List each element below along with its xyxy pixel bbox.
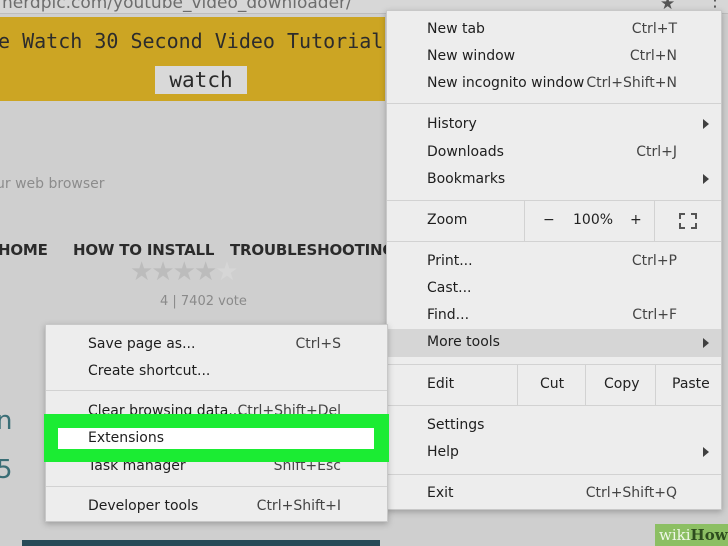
menu-item-history[interactable]: History [387,112,721,138]
cropped-heading-text: n [0,406,13,436]
menu-item-label: More tools [427,334,500,350]
menu-item-shortcut: Ctrl+S [295,336,341,352]
cut-label: Cut [540,376,565,392]
submenu-arrow-icon [703,447,709,457]
menu-divider [387,474,721,475]
paste-button[interactable]: Paste [655,365,721,405]
copy-label: Copy [604,376,640,392]
zoom-level: 100% [573,212,614,228]
menu-item-new-window[interactable]: New window Ctrl+N [387,44,721,70]
menu-item-label: Bookmarks [427,171,506,187]
menu-item-shortcut: Ctrl+Shift+Q [585,485,677,501]
menu-item-label: Find... [427,307,470,323]
fullscreen-button[interactable] [654,201,721,241]
menu-item-label: Downloads [427,144,504,160]
menu-item-shortcut: Ctrl+F [632,307,677,323]
menu-item-shortcut: Ctrl+T [631,21,677,37]
banner-title: e Watch 30 Second Video Tutorial Befor [0,29,385,53]
menu-item-downloads[interactable]: Downloads Ctrl+J [387,140,721,166]
submenu-item-create-shortcut[interactable]: Create shortcut... [46,359,387,385]
menu-divider [387,405,721,406]
menu-item-label: Developer tools [88,498,199,514]
menu-item-label: Help [427,444,459,460]
rating-stars[interactable]: ★★★★★ [130,257,239,287]
menu-item-bookmarks[interactable]: Bookmarks [387,167,721,193]
star-icon[interactable]: ★ [215,257,238,287]
menu-item-settings[interactable]: Settings [387,413,721,439]
submenu-arrow-icon [703,174,709,184]
watch-button[interactable]: watch [155,66,247,94]
zoom-out-button[interactable]: − [543,212,555,228]
bottom-content-bar [22,540,380,546]
menu-item-print[interactable]: Print... Ctrl+P [387,249,721,275]
star-icon[interactable]: ★ [173,257,196,287]
wikihow-logo-part1: wiki [659,526,691,544]
star-icon[interactable]: ★ [130,257,153,287]
menu-item-label: New tab [427,21,485,37]
menu-item-shortcut: Ctrl+Shift+I [256,498,341,514]
menu-item-label: Settings [427,417,485,433]
menu-item-label: New window [427,48,516,64]
star-icon[interactable]: ★ [194,257,217,287]
address-url[interactable]: nerdpic.com/youtube_video_downloader/ [2,0,352,13]
tagline-text: ur web browser [0,176,105,192]
menu-item-new-incognito-window[interactable]: New incognito window Ctrl+Shift+N [387,71,721,97]
menu-item-shortcut: Ctrl+N [629,48,677,64]
menu-item-label: New incognito window [427,75,585,91]
menu-item-label: Cast... [427,280,472,296]
menu-item-new-tab[interactable]: New tab Ctrl+T [387,17,721,43]
copy-button[interactable]: Copy [585,365,655,405]
submenu-arrow-icon [703,338,709,348]
submenu-item-save-page[interactable]: Save page as... Ctrl+S [46,332,387,358]
video-tutorial-banner: e Watch 30 Second Video Tutorial Befor w… [0,17,385,101]
extensions-label[interactable]: Extensions [88,430,164,446]
edit-label: Edit [427,376,455,392]
wikihow-logo: wikiHow [655,524,728,546]
zoom-controls: − 100% + [524,201,654,241]
menu-item-label: Save page as... [88,336,196,352]
menu-item-label: History [427,116,477,132]
menu-item-find[interactable]: Find... Ctrl+F [387,303,721,329]
menu-item-label: Create shortcut... [88,363,211,379]
menu-item-shortcut: Ctrl+Shift+N [586,75,677,91]
nav-home-link[interactable]: HOME [0,241,48,259]
menu-item-label: Print... [427,253,473,269]
menu-item-label: Exit [427,485,454,501]
edit-row: Edit Cut Copy Paste [387,365,721,405]
chrome-main-menu: New tab Ctrl+T New window Ctrl+N New inc… [386,10,722,510]
menu-item-cast[interactable]: Cast... [387,276,721,302]
zoom-in-button[interactable]: + [630,212,642,228]
menu-item-exit[interactable]: Exit Ctrl+Shift+Q [387,481,721,507]
zoom-row: Zoom − 100% + [387,201,721,241]
menu-item-shortcut: Ctrl+P [631,253,677,269]
cropped-heading-number: 5 [0,455,13,485]
submenu-item-developer-tools[interactable]: Developer tools Ctrl+Shift+I [46,494,387,520]
menu-item-shortcut: Ctrl+J [636,144,677,160]
menu-divider [387,241,721,242]
menu-divider [46,486,387,487]
submenu-arrow-icon [703,119,709,129]
menu-item-more-tools[interactable]: More tools [387,329,721,357]
zoom-label: Zoom [427,212,468,228]
menu-divider [387,103,721,104]
menu-divider [46,390,387,391]
wikihow-logo-part2: How [690,526,728,544]
vote-count: 4 | 7402 vote [160,294,247,309]
menu-item-help[interactable]: Help [387,440,721,466]
cut-button[interactable]: Cut [517,365,585,405]
paste-label: Paste [672,376,710,392]
fullscreen-icon [679,213,697,229]
star-icon[interactable]: ★ [151,257,174,287]
nav-troubleshooting-link[interactable]: TROUBLESHOOTING [230,241,395,259]
